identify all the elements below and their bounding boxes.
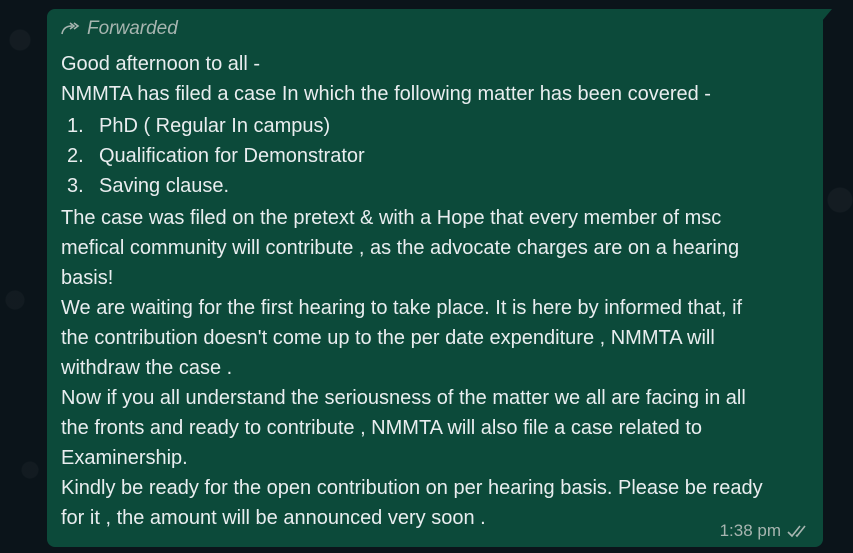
list-item-text: Saving clause. [99, 175, 230, 197]
body-line: basis! [61, 267, 114, 289]
list-number: 2. [67, 145, 84, 167]
message-time: 1:38 pm [719, 521, 781, 540]
body-line: withdraw the case . [61, 357, 233, 379]
list-item: 2. Qualification for Demonstrator [67, 141, 809, 171]
list-item: 3. Saving clause. [67, 171, 809, 201]
list-item-text: PhD ( Regular In campus) [99, 115, 331, 137]
list-number: 1. [67, 115, 84, 137]
forward-arrow-icon [61, 22, 81, 36]
body-line: mefical community will contribute , as t… [61, 237, 740, 259]
body-line: The case was filed on the pretext & with… [61, 207, 722, 229]
message-text: Good afternoon to all - NMMTA has filed … [61, 49, 809, 533]
double-check-icon [787, 523, 811, 539]
body-line: Examinership. [61, 447, 188, 469]
list-number: 3. [67, 175, 84, 197]
body-line: for it , the amount will be announced ve… [61, 507, 486, 529]
message-meta: 1:38 pm [720, 521, 811, 541]
body-line: the contribution doesn't come up to the … [61, 327, 715, 349]
greeting-line: Good afternoon to all - [61, 53, 261, 75]
body-line: We are waiting for the first hearing to … [61, 297, 743, 319]
list-item-text: Qualification for Demonstrator [99, 145, 365, 167]
intro-line: NMMTA has filed a case In which the foll… [61, 83, 711, 105]
list-item: 1. PhD ( Regular In campus) [67, 111, 809, 141]
numbered-list: 1. PhD ( Regular In campus) 2. Qualifica… [67, 111, 809, 201]
body-line: the fronts and ready to contribute , NMM… [61, 417, 703, 439]
forwarded-label: Forwarded [87, 18, 178, 39]
message-bubble[interactable]: Forwarded Good afternoon to all - NMMTA … [47, 9, 832, 547]
body-line: Kindly be ready for the open contributio… [61, 477, 763, 499]
forwarded-indicator: Forwarded [61, 17, 809, 41]
body-line: Now if you all understand the seriousnes… [61, 387, 746, 409]
